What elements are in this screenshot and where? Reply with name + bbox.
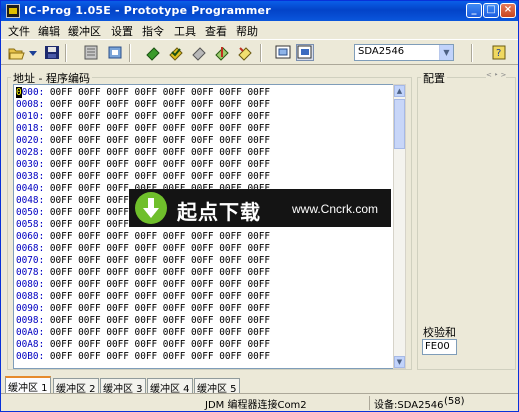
auto-program-icon[interactable] [236, 44, 254, 61]
checksum-field: FE00 [422, 339, 457, 355]
program-chip-icon[interactable] [106, 44, 124, 61]
hex-row[interactable]: 00A0: 00FF 00FF 00FF 00FF 00FF 00FF 00FF… [16, 327, 270, 339]
status-device-count: (58) [444, 396, 465, 407]
hex-row[interactable]: 0090: 00FF 00FF 00FF 00FF 00FF 00FF 00FF… [16, 303, 270, 315]
chevron-down-icon[interactable]: ▼ [439, 45, 453, 60]
hex-row[interactable]: 0078: 00FF 00FF 00FF 00FF 00FF 00FF 00FF… [16, 267, 270, 279]
watermark-banner: 起点下载 www.Cncrk.com [129, 189, 391, 227]
tab-buffer-3[interactable]: 缓冲区 3 [100, 378, 146, 395]
tab-buffer-5[interactable]: 缓冲区 5 [194, 378, 240, 395]
read-chip-icon[interactable] [82, 44, 100, 61]
menu-help[interactable]: 帮助 [236, 23, 258, 39]
hex-row[interactable]: 0010: 00FF 00FF 00FF 00FF 00FF 00FF 00FF… [16, 111, 270, 123]
maximize-button[interactable]: □ [483, 3, 499, 18]
watermark-url: www.Cncrk.com [292, 202, 379, 216]
hex-view-icon[interactable] [274, 44, 292, 61]
hex-row[interactable]: 0008: 00FF 00FF 00FF 00FF 00FF 00FF 00FF… [16, 99, 270, 111]
scroll-up-icon[interactable]: ▲ [394, 85, 405, 97]
window-title: IC-Prog 1.05E - Prototype Programmer [24, 4, 271, 17]
title-bar[interactable]: IC-Prog 1.05E - Prototype Programmer _ □… [1, 1, 518, 21]
minimize-button[interactable]: _ [466, 3, 482, 18]
hex-row[interactable]: 0080: 00FF 00FF 00FF 00FF 00FF 00FF 00FF… [16, 279, 270, 291]
download-arrow-icon [135, 192, 167, 224]
menu-tools[interactable]: 工具 [174, 23, 196, 39]
blank-check-icon[interactable] [190, 44, 208, 61]
app-chip-icon [6, 4, 20, 18]
erase-icon[interactable] [144, 44, 162, 61]
hex-row[interactable]: 0088: 00FF 00FF 00FF 00FF 00FF 00FF 00FF… [16, 291, 270, 303]
hex-row[interactable]: 0020: 00FF 00FF 00FF 00FF 00FF 00FF 00FF… [16, 135, 270, 147]
toolbar-separator [471, 44, 473, 62]
config-label: 配置 [421, 70, 447, 86]
svg-text:?: ? [496, 48, 501, 59]
status-connection: JDM 编程器连接Com2 [205, 400, 307, 411]
hex-row[interactable]: 00A8: 00FF 00FF 00FF 00FF 00FF 00FF 00FF… [16, 339, 270, 351]
hex-row[interactable]: 00B0: 00FF 00FF 00FF 00FF 00FF 00FF 00FF… [16, 351, 270, 363]
toolbar-separator [65, 44, 67, 62]
menu-settings[interactable]: 设置 [111, 23, 133, 39]
help-icon[interactable]: ? [490, 44, 508, 61]
app-window: IC-Prog 1.05E - Prototype Programmer _ □… [0, 0, 519, 412]
status-bar: JDM 编程器连接Com2 设备:SDA2546 (58) [1, 393, 518, 411]
hex-row[interactable]: 0018: 00FF 00FF 00FF 00FF 00FF 00FF 00FF… [16, 123, 270, 135]
scroll-thumb[interactable] [394, 99, 405, 149]
hex-row[interactable]: 0030: 00FF 00FF 00FF 00FF 00FF 00FF 00FF… [16, 159, 270, 171]
tab-buffer-4[interactable]: 缓冲区 4 [147, 378, 193, 395]
dropdown-arrow-icon[interactable] [28, 44, 38, 61]
verify-icon[interactable] [167, 44, 185, 61]
menu-file[interactable]: 文件 [8, 23, 30, 39]
vertical-scrollbar[interactable]: ▲ ▼ [393, 84, 406, 369]
checksum-label: 校验和 [421, 324, 458, 340]
menu-edit[interactable]: 编辑 [38, 23, 60, 39]
watermark-brand: 起点下载 [177, 200, 261, 224]
hex-row[interactable]: 0028: 00FF 00FF 00FF 00FF 00FF 00FF 00FF… [16, 147, 270, 159]
tab-buffer-1[interactable]: 缓冲区 1 [5, 376, 51, 394]
hex-row[interactable]: 0000: 00FF 00FF 00FF 00FF 00FF 00FF 00FF… [16, 87, 270, 99]
close-button[interactable]: × [500, 3, 516, 18]
device-select-value: SDA2546 [358, 46, 405, 57]
hex-row[interactable]: 0060: 00FF 00FF 00FF 00FF 00FF 00FF 00FF… [16, 231, 270, 243]
hex-row[interactable]: 0070: 00FF 00FF 00FF 00FF 00FF 00FF 00FF… [16, 255, 270, 267]
compare-icon[interactable] [213, 44, 231, 61]
menu-buffer[interactable]: 缓冲区 [68, 23, 101, 39]
scroll-down-icon[interactable]: ▼ [394, 356, 405, 368]
hex-row[interactable]: 0068: 00FF 00FF 00FF 00FF 00FF 00FF 00FF… [16, 243, 270, 255]
status-device: 设备:SDA2546 [369, 396, 444, 411]
menu-view[interactable]: 查看 [205, 23, 227, 39]
hex-row[interactable]: 0038: 00FF 00FF 00FF 00FF 00FF 00FF 00FF… [16, 171, 270, 183]
hex-row[interactable]: 0098: 00FF 00FF 00FF 00FF 00FF 00FF 00FF… [16, 315, 270, 327]
toolbar: SDA2546 ▼ ? [1, 39, 518, 65]
config-nav-arrows[interactable]: < ‣ > [486, 71, 507, 79]
asm-view-icon[interactable] [296, 44, 314, 61]
tab-buffer-2[interactable]: 缓冲区 2 [53, 378, 99, 395]
menu-command[interactable]: 指令 [142, 23, 164, 39]
device-select[interactable]: SDA2546 ▼ [354, 44, 454, 61]
toolbar-separator [129, 44, 131, 62]
menu-bar: 文件 编辑 缓冲区 设置 指令 工具 查看 帮助 [1, 21, 518, 39]
toolbar-separator [260, 44, 262, 62]
save-disk-icon[interactable] [43, 44, 61, 61]
open-folder-icon[interactable] [7, 44, 25, 61]
